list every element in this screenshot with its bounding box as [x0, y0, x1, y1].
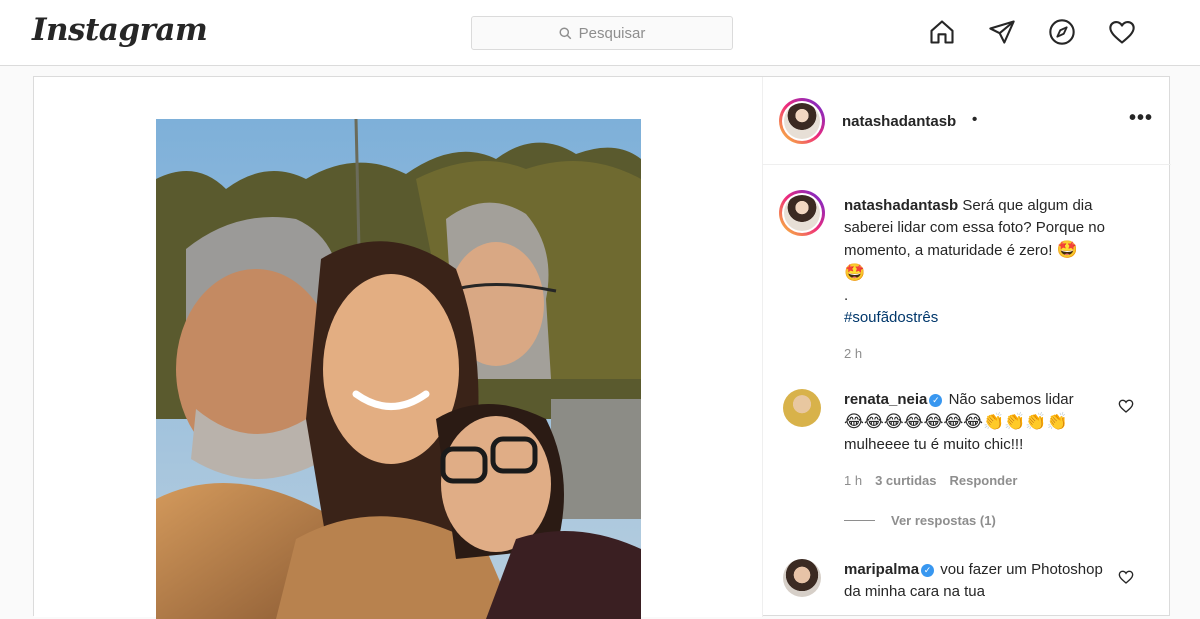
caption-dot: . [844, 287, 849, 304]
explore-icon[interactable] [1046, 16, 1078, 48]
comment-emojis: 😂😂😂😂😂😂😂👏👏👏👏 [844, 412, 1068, 432]
comment-like-heart-icon-2[interactable] [1118, 569, 1134, 585]
comment-likes[interactable]: 3 curtidas [875, 473, 936, 488]
search-icon [559, 26, 571, 39]
caption-username[interactable]: natashadantasb [844, 197, 958, 214]
comment-item: renata_neia ✓ Não sabemos lidar 😂😂😂😂😂😂😂👏👏… [844, 389, 1114, 456]
comment-avatar-2[interactable] [783, 559, 821, 597]
search-input[interactable]: Pesquisar [471, 16, 733, 50]
caption-hashtag[interactable]: #soufãdostrês [844, 309, 938, 326]
post-header: natashadantasb • ••• [763, 77, 1171, 165]
author-avatar[interactable] [779, 98, 825, 144]
comment-text: Não sabemos lidar [948, 391, 1074, 408]
view-replies-button[interactable]: Ver respostas (1) [844, 513, 996, 528]
star-eyes-emoji: 🤩 [1056, 240, 1078, 260]
verified-badge-icon-2: ✓ [921, 564, 935, 577]
caption-avatar[interactable] [779, 190, 825, 236]
caption-time[interactable]: 2 h [844, 343, 1144, 365]
post-media-area [34, 77, 763, 619]
selfie-photo-illustration [156, 119, 641, 619]
direct-icon[interactable] [986, 16, 1018, 48]
comment-avatar[interactable] [783, 389, 821, 427]
view-replies-label: Ver respostas (1) [891, 513, 996, 528]
post-caption: natashadantasb Será que algum dia sabere… [844, 195, 1144, 365]
nav-icons [926, 16, 1138, 48]
comment-username[interactable]: renata_neia [844, 391, 927, 408]
verified-badge-icon: ✓ [929, 394, 943, 407]
post-photo[interactable] [156, 119, 641, 619]
more-options-icon[interactable]: ••• [1129, 107, 1153, 130]
search-placeholder: Pesquisar [578, 24, 646, 42]
instagram-logo[interactable]: Instagram [32, 12, 208, 48]
comment-like-heart-icon[interactable] [1118, 398, 1134, 414]
post-card: natashadantasb • ••• natashadantasb Será… [33, 76, 1171, 619]
post-sidebar: natashadantasb • ••• natashadantasb Será… [763, 77, 1171, 617]
activity-heart-icon[interactable] [1106, 16, 1138, 48]
separator-dot: • [972, 111, 978, 128]
star-eyes-emoji-line: 🤩 [844, 263, 866, 283]
home-icon[interactable] [926, 16, 958, 48]
comment-text-2: mulheeee tu é muito chic!!! [844, 436, 1024, 453]
comment-item-2: maripalma ✓ vou fazer um Photoshop da min… [844, 559, 1114, 603]
comment-time[interactable]: 1 h [844, 473, 862, 488]
top-navigation-bar: Instagram Pesquisar [0, 0, 1200, 66]
comment-username-2[interactable]: maripalma [844, 561, 919, 578]
author-username[interactable]: natashadantasb [842, 113, 956, 130]
replies-divider [844, 520, 875, 521]
reply-button[interactable]: Responder [950, 473, 1018, 488]
comment-meta: 1 h 3 curtidas Responder [844, 473, 1017, 488]
